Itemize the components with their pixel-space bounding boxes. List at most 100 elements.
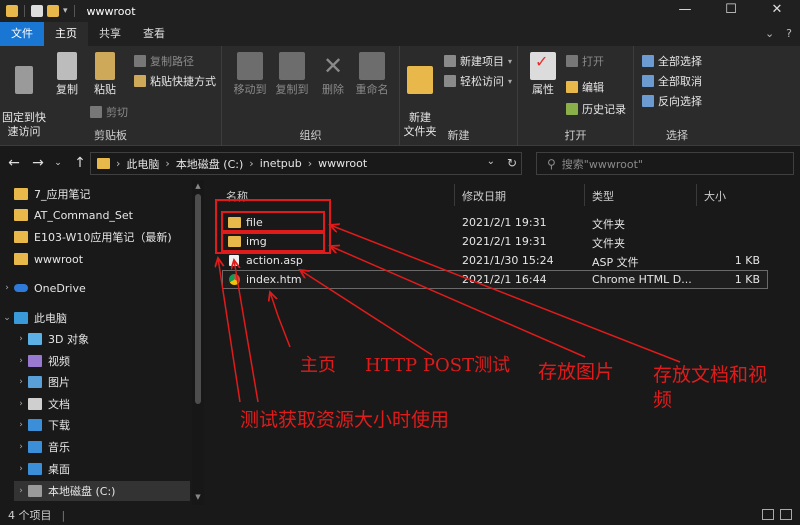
- breadcrumb-local-disk[interactable]: 本地磁盘 (C:): [176, 156, 243, 172]
- breadcrumb-wwwroot[interactable]: wwwroot: [318, 157, 367, 170]
- refresh-icon[interactable]: ↻: [507, 156, 517, 170]
- help-button[interactable]: ?: [786, 22, 792, 46]
- properties-icon[interactable]: [31, 5, 43, 17]
- chevron-right-icon[interactable]: ›: [14, 356, 28, 366]
- sidebar-item-desktop[interactable]: › 桌面: [14, 459, 70, 479]
- file-row-img[interactable]: img 2021/2/1 19:31 文件夹: [222, 232, 768, 251]
- rename-button[interactable]: 重命名: [352, 52, 392, 97]
- sidebar-item-onedrive[interactable]: › OneDrive: [0, 278, 86, 298]
- scissors-icon: [90, 106, 102, 118]
- tab-home[interactable]: 主页: [44, 22, 88, 46]
- sidebar-item-wwwroot[interactable]: wwwroot: [14, 249, 83, 269]
- sidebar-item-7-notes[interactable]: 7_应用笔记: [14, 184, 91, 204]
- file-row-index-htm[interactable]: index.htm 2021/2/1 16:44 Chrome HTML D..…: [222, 270, 768, 289]
- back-button[interactable]: ←: [4, 155, 24, 171]
- edit-button[interactable]: 编辑: [566, 79, 604, 95]
- column-header-size[interactable]: 大小: [704, 188, 726, 204]
- select-all-label: 全部选择: [658, 55, 702, 68]
- properties-button[interactable]: ✓ 属性: [526, 52, 560, 97]
- file-row-action-asp[interactable]: action.asp 2021/1/30 15:24 ASP 文件 1 KB: [222, 251, 768, 270]
- new-item-button[interactable]: 新建项目 ▾: [444, 53, 512, 69]
- pin-quick-access-button[interactable]: 固定到快 速访问: [2, 52, 46, 139]
- address-bar[interactable]: › 此电脑 › 本地磁盘 (C:) › inetpub › wwwroot ⌄ …: [90, 152, 522, 175]
- minimize-button[interactable]: —: [662, 0, 708, 22]
- chevron-right-icon[interactable]: ›: [14, 377, 28, 387]
- download-icon: [28, 419, 42, 431]
- details-view-icon[interactable]: [762, 509, 774, 520]
- scroll-up-arrow[interactable]: ▲: [192, 182, 204, 190]
- sidebar-item-music[interactable]: › 音乐: [14, 437, 70, 457]
- tab-file[interactable]: 文件: [0, 22, 44, 46]
- sidebar-item-local-disk[interactable]: › 本地磁盘 (C:): [14, 481, 190, 501]
- chevron-right-icon[interactable]: ›: [14, 486, 28, 496]
- breadcrumb-this-pc[interactable]: 此电脑: [126, 156, 159, 172]
- chevron-down-icon[interactable]: ⌄: [0, 313, 14, 323]
- recent-locations-button[interactable]: ⌄: [48, 158, 68, 168]
- sidebar-scrollbar-thumb[interactable]: [195, 194, 201, 404]
- folder-icon: [14, 188, 28, 200]
- delete-button[interactable]: ✕ 删除: [318, 52, 348, 97]
- sidebar-item-pictures[interactable]: › 图片: [14, 372, 70, 392]
- cloud-icon: [14, 284, 28, 292]
- chevron-down-icon[interactable]: ⌄: [487, 156, 495, 167]
- ribbon-options: ⌄ ?: [765, 22, 792, 46]
- large-icons-view-icon[interactable]: [780, 509, 792, 520]
- sidebar-item-videos[interactable]: › 视频: [14, 351, 70, 371]
- column-header-type[interactable]: 类型: [592, 188, 614, 204]
- maximize-button[interactable]: ☐: [708, 0, 754, 22]
- quick-access-toolbar: ▾: [0, 5, 77, 17]
- copy-to-button[interactable]: 复制到: [272, 52, 312, 97]
- easy-access-button[interactable]: 轻松访问 ▾: [444, 73, 512, 89]
- select-group-label: 选择: [666, 129, 688, 142]
- chevron-right-icon[interactable]: ›: [14, 442, 28, 452]
- clipboard-group: 固定到快 速访问 复制 粘贴 复制路径 粘贴快捷方式 剪切 剪贴板: [0, 46, 222, 146]
- breadcrumb-separator[interactable]: ›: [116, 157, 120, 170]
- customize-toolbar-icon[interactable]: ▾: [63, 6, 68, 16]
- sidebar-item-3d-objects[interactable]: › 3D 对象: [14, 329, 89, 349]
- history-button[interactable]: 历史记录: [566, 101, 626, 117]
- cut-button[interactable]: 剪切: [90, 104, 128, 120]
- scroll-down-arrow[interactable]: ▼: [192, 493, 204, 501]
- open-button[interactable]: 打开: [566, 53, 604, 69]
- select-all-button[interactable]: 全部选择: [642, 53, 702, 69]
- breadcrumb-inetpub[interactable]: inetpub: [260, 157, 302, 170]
- tab-view[interactable]: 查看: [132, 22, 176, 46]
- sidebar-item-at-command-set[interactable]: AT_Command_Set: [14, 205, 133, 225]
- new-folder-button[interactable]: 新建 文件夹: [402, 52, 438, 139]
- up-button[interactable]: ↑: [70, 155, 90, 171]
- sidebar-item-this-pc[interactable]: ⌄ 此电脑: [0, 308, 67, 328]
- chevron-right-icon[interactable]: ›: [14, 334, 28, 344]
- chevron-right-icon[interactable]: ›: [14, 464, 28, 474]
- invert-selection-button[interactable]: 反向选择: [642, 93, 702, 109]
- select-none-button[interactable]: 全部取消: [642, 73, 702, 89]
- breadcrumb-separator[interactable]: ›: [165, 157, 169, 170]
- breadcrumb-separator[interactable]: ›: [249, 157, 253, 170]
- column-header-name[interactable]: 名称: [226, 188, 248, 204]
- paste-button[interactable]: 粘贴: [90, 52, 120, 97]
- history-icon: [566, 103, 578, 115]
- tab-share[interactable]: 共享: [88, 22, 132, 46]
- file-row-file[interactable]: file 2021/2/1 19:31 文件夹: [222, 213, 768, 232]
- copy-button[interactable]: 复制: [52, 52, 82, 97]
- chevron-right-icon[interactable]: ›: [14, 399, 28, 409]
- move-to-button[interactable]: 移动到: [230, 52, 270, 97]
- close-button[interactable]: ✕: [754, 0, 800, 22]
- chevron-right-icon[interactable]: ›: [14, 420, 28, 430]
- invert-selection-icon: [642, 95, 654, 107]
- breadcrumb-separator[interactable]: ›: [308, 157, 312, 170]
- chevron-right-icon[interactable]: ›: [0, 283, 14, 293]
- search-input[interactable]: ⚲ 搜索"wwwroot": [536, 152, 794, 175]
- column-header-date[interactable]: 修改日期: [462, 188, 506, 204]
- forward-button[interactable]: →: [28, 155, 48, 171]
- new-folder-icon[interactable]: [47, 5, 59, 17]
- expand-ribbon-button[interactable]: ⌄: [765, 22, 774, 46]
- copy-path-button[interactable]: 复制路径: [134, 53, 194, 69]
- select-all-icon: [642, 55, 654, 67]
- sidebar-item-downloads[interactable]: › 下载: [14, 415, 70, 435]
- paste-shortcut-button[interactable]: 粘贴快捷方式: [134, 73, 216, 89]
- sidebar-item-e103-notes[interactable]: E103-W10应用笔记（最新): [14, 227, 172, 247]
- paste-shortcut-icon: [134, 75, 146, 87]
- sidebar-item-documents[interactable]: › 文档: [14, 394, 70, 414]
- sidebar-item-label: 文档: [48, 398, 70, 411]
- window-title: wwwroot: [86, 4, 136, 18]
